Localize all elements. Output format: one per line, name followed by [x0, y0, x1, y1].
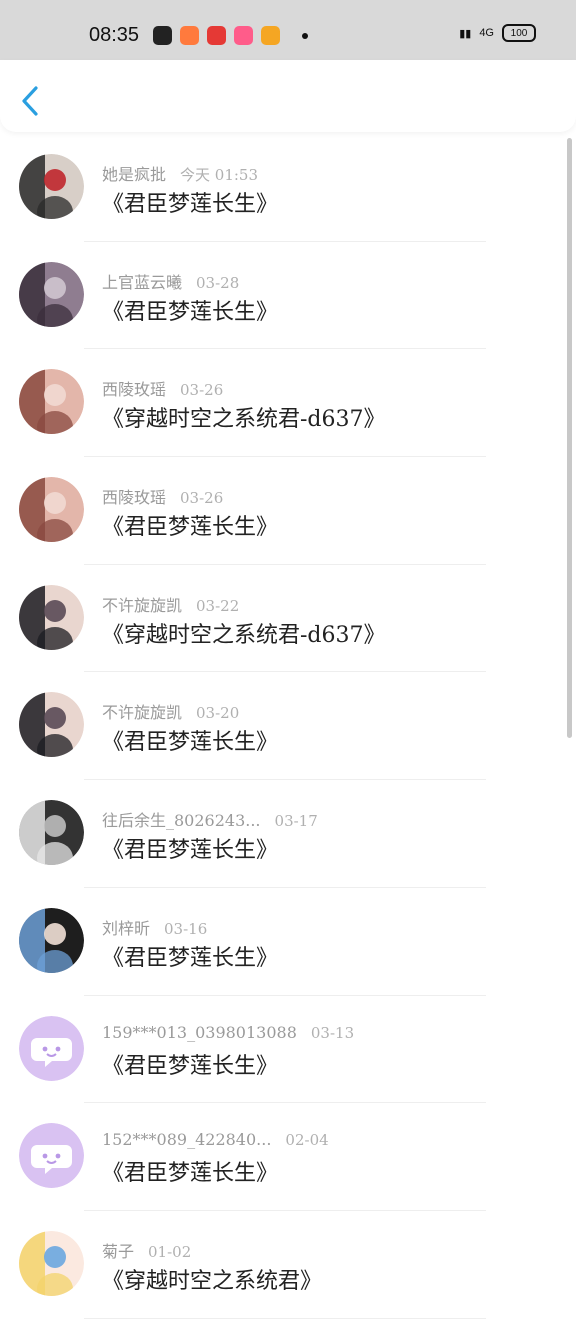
reader-app-icon	[180, 26, 199, 45]
signal-icon: ▮▮	[459, 27, 472, 40]
sender-name: 159***013_0398013088	[102, 1022, 297, 1042]
book-title: 《君臣梦莲长生》	[102, 945, 279, 971]
message-row[interactable]: 不许旋旋凯 03-22 《穿越时空之系统君-d637》	[0, 565, 566, 673]
notification-dot-icon	[302, 32, 308, 39]
message-meta: 152***089_422840... 02-04	[102, 1130, 329, 1149]
book-title: 《君臣梦莲长生》	[102, 1161, 279, 1187]
message-list: 她是疯批 今天 01:53 《君臣梦莲长生》 上官蓝云曦 03-28 《君臣梦莲长生…	[0, 134, 566, 1319]
back-button[interactable]	[18, 85, 44, 117]
sender-name: 西陵玫瑶	[102, 380, 167, 400]
message-row[interactable]: 往后余生_8026243... 03-17 《君臣梦莲长生》	[0, 780, 566, 888]
message-row[interactable]: 刘梓昕 03-16 《君臣梦莲长生》	[0, 888, 566, 996]
avatar[interactable]	[19, 369, 84, 435]
book-title: 《君臣梦莲长生》	[102, 192, 279, 217]
avatar[interactable]	[19, 1230, 84, 1296]
book-title: 《君臣梦莲长生》	[102, 730, 279, 756]
avatar[interactable]	[19, 261, 84, 327]
scrollbar[interactable]	[567, 138, 572, 738]
message-row[interactable]: 她是疯批 今天 01:53 《君臣梦莲长生》	[0, 134, 566, 242]
message-date: 03-26	[180, 489, 224, 508]
message-date: 03-28	[196, 273, 240, 292]
message-meta: 159***013_0398013088 03-13	[102, 1023, 354, 1042]
sender-name: 西陵玫瑶	[102, 488, 167, 508]
status-time: 08:35	[89, 24, 140, 46]
message-date: 03-13	[310, 1023, 355, 1042]
message-date: 01-02	[148, 1242, 192, 1261]
message-meta: 往后余生_8026243... 03-17	[102, 807, 318, 831]
message-row[interactable]: 西陵玫瑶 03-26 《君臣梦莲长生》	[0, 457, 566, 565]
row-divider	[84, 1317, 486, 1319]
sender-name: 菊子	[102, 1241, 135, 1261]
book-title: 《穿越时空之系统君-d637》	[102, 622, 386, 648]
book-title: 《穿越时空之系统君》	[102, 1268, 323, 1294]
avatar[interactable]	[19, 800, 84, 866]
message-date: 今天 01:53	[180, 166, 259, 184]
weibo-icon	[261, 26, 280, 45]
network-label: 4G	[479, 27, 494, 39]
book-title: 《穿越时空之系统君-d637》	[102, 407, 386, 433]
message-meta: 菊子 01-02	[102, 1238, 191, 1262]
message-date: 02-04	[285, 1131, 329, 1150]
avatar[interactable]	[19, 1015, 84, 1081]
battery-icon: 100	[502, 24, 536, 42]
message-row[interactable]: 159***013_0398013088 03-13 《君臣梦莲长生》	[0, 996, 566, 1104]
chat-app-icon	[207, 26, 226, 45]
book-title: 《君臣梦莲长生》	[102, 1053, 279, 1079]
wechat-icon	[153, 26, 172, 45]
message-date: 03-20	[196, 704, 240, 723]
battery-level: 100	[510, 27, 528, 39]
message-meta: 上官蓝云曦 03-28	[102, 269, 239, 293]
message-row[interactable]: 152***089_422840... 02-04 《君臣梦莲长生》	[0, 1103, 566, 1211]
avatar[interactable]	[19, 692, 84, 758]
message-meta: 她是疯批 今天 01:53	[102, 161, 258, 185]
message-meta: 刘梓昕 03-16	[102, 915, 207, 939]
book-title: 《君臣梦莲长生》	[102, 515, 279, 541]
sender-name: 她是疯批	[102, 165, 167, 184]
avatar[interactable]	[19, 477, 84, 543]
avatar[interactable]	[19, 1123, 84, 1189]
avatar[interactable]	[19, 907, 84, 973]
status-bar: 08:35 ▮▮ 4G 100	[0, 0, 576, 60]
message-row[interactable]: 菊子 01-02 《穿越时空之系统君》	[0, 1211, 566, 1319]
sender-name: 往后余生_8026243...	[102, 811, 261, 831]
message-meta: 西陵玫瑶 03-26	[102, 484, 223, 508]
message-date: 03-26	[180, 381, 224, 400]
sender-name: 不许旋旋凯	[102, 703, 183, 723]
sender-name: 不许旋旋凯	[102, 595, 183, 615]
sender-name: 刘梓昕	[102, 918, 151, 938]
avatar[interactable]	[19, 154, 84, 219]
book-title: 《君臣梦莲长生》	[102, 299, 279, 325]
message-meta: 西陵玫瑶 03-26	[102, 376, 223, 400]
message-meta: 不许旋旋凯 03-20	[102, 699, 239, 723]
store-app-icon	[234, 26, 253, 45]
top-bar	[0, 60, 576, 132]
status-app-icons	[153, 26, 308, 45]
avatar[interactable]	[19, 584, 84, 650]
message-date: 03-17	[274, 812, 318, 831]
message-date: 03-16	[164, 919, 208, 938]
message-meta: 不许旋旋凯 03-22	[102, 592, 239, 616]
status-indicators: ▮▮ 4G 100	[459, 24, 536, 42]
message-row[interactable]: 上官蓝云曦 03-28 《君臣梦莲长生》	[0, 242, 566, 350]
book-title: 《君臣梦莲长生》	[102, 838, 279, 864]
sender-name: 上官蓝云曦	[102, 272, 183, 292]
chevron-left-icon	[22, 86, 38, 116]
message-row[interactable]: 不许旋旋凯 03-20 《君臣梦莲长生》	[0, 672, 566, 781]
message-row[interactable]: 西陵玫瑶 03-26 《穿越时空之系统君-d637》	[0, 349, 566, 458]
message-date: 03-22	[196, 596, 240, 615]
sender-name: 152***089_422840...	[102, 1130, 272, 1150]
